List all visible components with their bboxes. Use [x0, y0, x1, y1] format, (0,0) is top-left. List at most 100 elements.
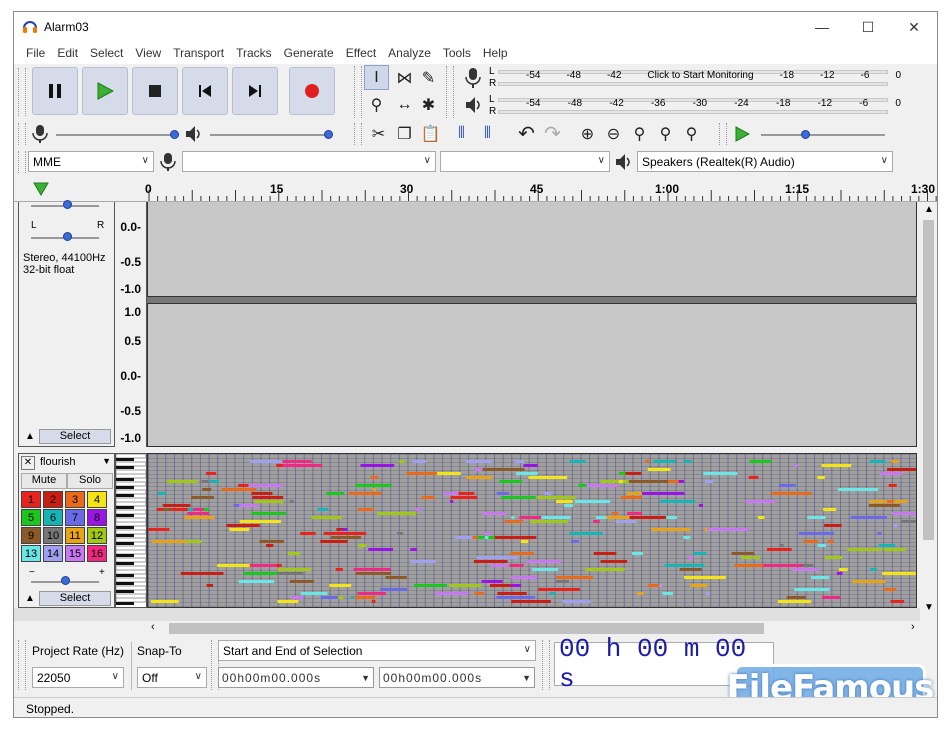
toolbar-grip[interactable] — [719, 123, 727, 145]
selection-mode-select[interactable]: Start and End of Selection ∨ — [218, 640, 536, 661]
track-name-menu[interactable]: flourish ▼ — [37, 456, 113, 470]
skip-to-end-button[interactable] — [232, 67, 278, 115]
midi-channel-button[interactable]: 1 — [21, 491, 41, 508]
midi-channel-button[interactable]: 10 — [43, 527, 63, 544]
menu-edit[interactable]: Edit — [51, 46, 84, 60]
skip-to-start-button[interactable] — [182, 67, 228, 115]
scroll-up-icon[interactable]: ▲ — [924, 204, 934, 215]
vertical-scrollbar[interactable]: ▲ ▼ — [920, 202, 937, 621]
redo-button[interactable]: ↷ — [540, 121, 565, 146]
toolbar-grip[interactable] — [18, 640, 26, 690]
slider-knob[interactable] — [801, 130, 810, 139]
midi-channel-button[interactable]: 11 — [65, 527, 85, 544]
audio-waveform-channel-left[interactable] — [147, 202, 917, 297]
midi-channel-button[interactable]: 15 — [65, 545, 85, 562]
menu-select[interactable]: Select — [84, 46, 129, 60]
midi-channel-button[interactable]: 8 — [87, 509, 107, 526]
stop-button[interactable] — [132, 67, 178, 115]
project-rate-select[interactable]: 22050 ∨ — [32, 667, 124, 688]
recording-volume-slider[interactable] — [56, 126, 180, 144]
zoom-tool-button[interactable]: ⚲ — [364, 92, 389, 117]
pin-play-head-icon[interactable] — [32, 181, 50, 197]
note-track-canvas[interactable] — [147, 453, 937, 608]
cut-button[interactable]: ✂ — [366, 121, 391, 146]
toolbar-grip[interactable] — [446, 66, 454, 118]
minimize-button[interactable]: — — [799, 12, 845, 42]
snap-to-select[interactable]: Off ∨ — [137, 667, 207, 688]
midi-channel-button[interactable]: 12 — [87, 527, 107, 544]
scroll-right-icon[interactable]: › — [911, 621, 915, 633]
paste-button[interactable]: 📋 — [418, 121, 443, 146]
gain-slider-knob[interactable] — [63, 200, 72, 209]
toolbar-grip[interactable] — [18, 151, 26, 173]
selection-tool-button[interactable]: I — [364, 65, 389, 90]
audio-waveform-channel-right[interactable] — [147, 303, 917, 447]
scroll-left-icon[interactable]: ‹ — [151, 621, 155, 633]
midi-channel-button[interactable]: 16 — [87, 545, 107, 562]
undo-button[interactable]: ↶ — [514, 121, 539, 146]
audio-track-control-panel[interactable]: L R Stereo, 44100Hz 32-bit float ▲ Selec… — [18, 200, 115, 447]
playback-speed-slider[interactable] — [761, 126, 889, 144]
select-track-button[interactable]: Select — [39, 591, 111, 606]
pan-slider-knob[interactable] — [63, 232, 72, 241]
record-meter-scale[interactable]: -54 -48 -42 Click to Start Monitoring -1… — [526, 70, 901, 84]
midi-channel-button[interactable]: 4 — [87, 491, 107, 508]
midi-channel-button[interactable]: 7 — [65, 509, 85, 526]
select-track-button[interactable]: Select — [39, 429, 111, 444]
play-at-speed-button[interactable] — [729, 121, 754, 146]
selection-end-time[interactable]: 00h00m00.000s ▼ — [379, 667, 535, 688]
collapse-track-button[interactable]: ▲ — [21, 591, 39, 606]
zoom-in-button[interactable]: ⊕ — [575, 121, 600, 146]
slider-knob[interactable] — [170, 130, 179, 139]
toolbar-grip[interactable] — [354, 66, 362, 118]
menu-tools[interactable]: Tools — [437, 46, 477, 60]
audio-track-vertical-ruler[interactable]: 0.0- -0.5 -1.0 1.0 0.5 0.0- -0.5 -1.0 — [115, 202, 147, 447]
midi-channel-button[interactable]: 2 — [43, 491, 63, 508]
fit-project-button[interactable]: ⚲ — [653, 121, 678, 146]
velocity-slider-knob[interactable] — [61, 576, 70, 585]
note-track-control-panel[interactable]: ✕ flourish ▼ Mute Solo 1 2 3 4 5 6 7 8 9 10 11 12 13… — [18, 453, 115, 608]
recording-device-select[interactable]: ∨ — [182, 151, 436, 172]
selection-start-time[interactable]: 00h00m00.000s ▼ — [218, 667, 374, 688]
horizontal-scroll-thumb[interactable] — [169, 623, 764, 634]
zoom-toggle-button[interactable]: ⚲ — [679, 121, 704, 146]
copy-button[interactable]: ❐ — [392, 121, 417, 146]
menu-view[interactable]: View — [129, 46, 167, 60]
timeshift-tool-button[interactable]: ↔ — [392, 92, 417, 117]
pause-button[interactable] — [32, 67, 78, 115]
play-meter-scale[interactable]: -54 -48 -42 -36 -30 -24 -18 -12 -6 0 — [526, 98, 901, 112]
draw-tool-button[interactable]: ✎ — [416, 65, 441, 90]
piano-keyboard[interactable] — [115, 453, 147, 608]
close-track-button[interactable]: ✕ — [21, 456, 35, 470]
toolbar-grip[interactable] — [18, 68, 26, 116]
toolbar-grip[interactable] — [542, 640, 550, 690]
close-button[interactable]: ✕ — [891, 12, 937, 42]
midi-channel-button[interactable]: 13 — [21, 545, 41, 562]
mute-button[interactable]: Mute — [21, 473, 67, 489]
toolbar-grip[interactable] — [18, 123, 26, 145]
menu-generate[interactable]: Generate — [278, 46, 340, 60]
audio-host-select[interactable]: MME ∨ — [28, 151, 154, 172]
maximize-button[interactable]: ☐ — [845, 12, 891, 42]
playback-device-select[interactable]: Speakers (Realtek(R) Audio) ∨ — [637, 151, 893, 172]
multi-tool-button[interactable]: ✱ — [416, 92, 441, 117]
midi-channel-button[interactable]: 6 — [43, 509, 63, 526]
timeline-ruler[interactable]: 0 15 30 45 1:00 1:15 1:30 — [14, 178, 937, 202]
menu-analyze[interactable]: Analyze — [382, 46, 437, 60]
record-button[interactable] — [289, 67, 335, 115]
menu-tracks[interactable]: Tracks — [230, 46, 278, 60]
menu-help[interactable]: Help — [477, 46, 514, 60]
recording-channels-select[interactable]: ∨ — [440, 151, 610, 172]
click-to-start-monitoring[interactable]: Click to Start Monitoring — [647, 70, 753, 84]
zoom-out-button[interactable]: ⊖ — [601, 121, 626, 146]
midi-channel-button[interactable]: 5 — [21, 509, 41, 526]
vertical-scroll-thumb[interactable] — [923, 220, 934, 540]
fit-selection-button[interactable]: ⚲ — [627, 121, 652, 146]
midi-channel-button[interactable]: 3 — [65, 491, 85, 508]
menu-effect[interactable]: Effect — [340, 46, 382, 60]
menu-file[interactable]: File — [20, 46, 51, 60]
play-button[interactable] — [82, 67, 128, 115]
toolbar-grip[interactable] — [354, 123, 362, 145]
trim-button[interactable]: ⫴ — [449, 121, 474, 146]
scroll-down-icon[interactable]: ▼ — [924, 602, 934, 613]
